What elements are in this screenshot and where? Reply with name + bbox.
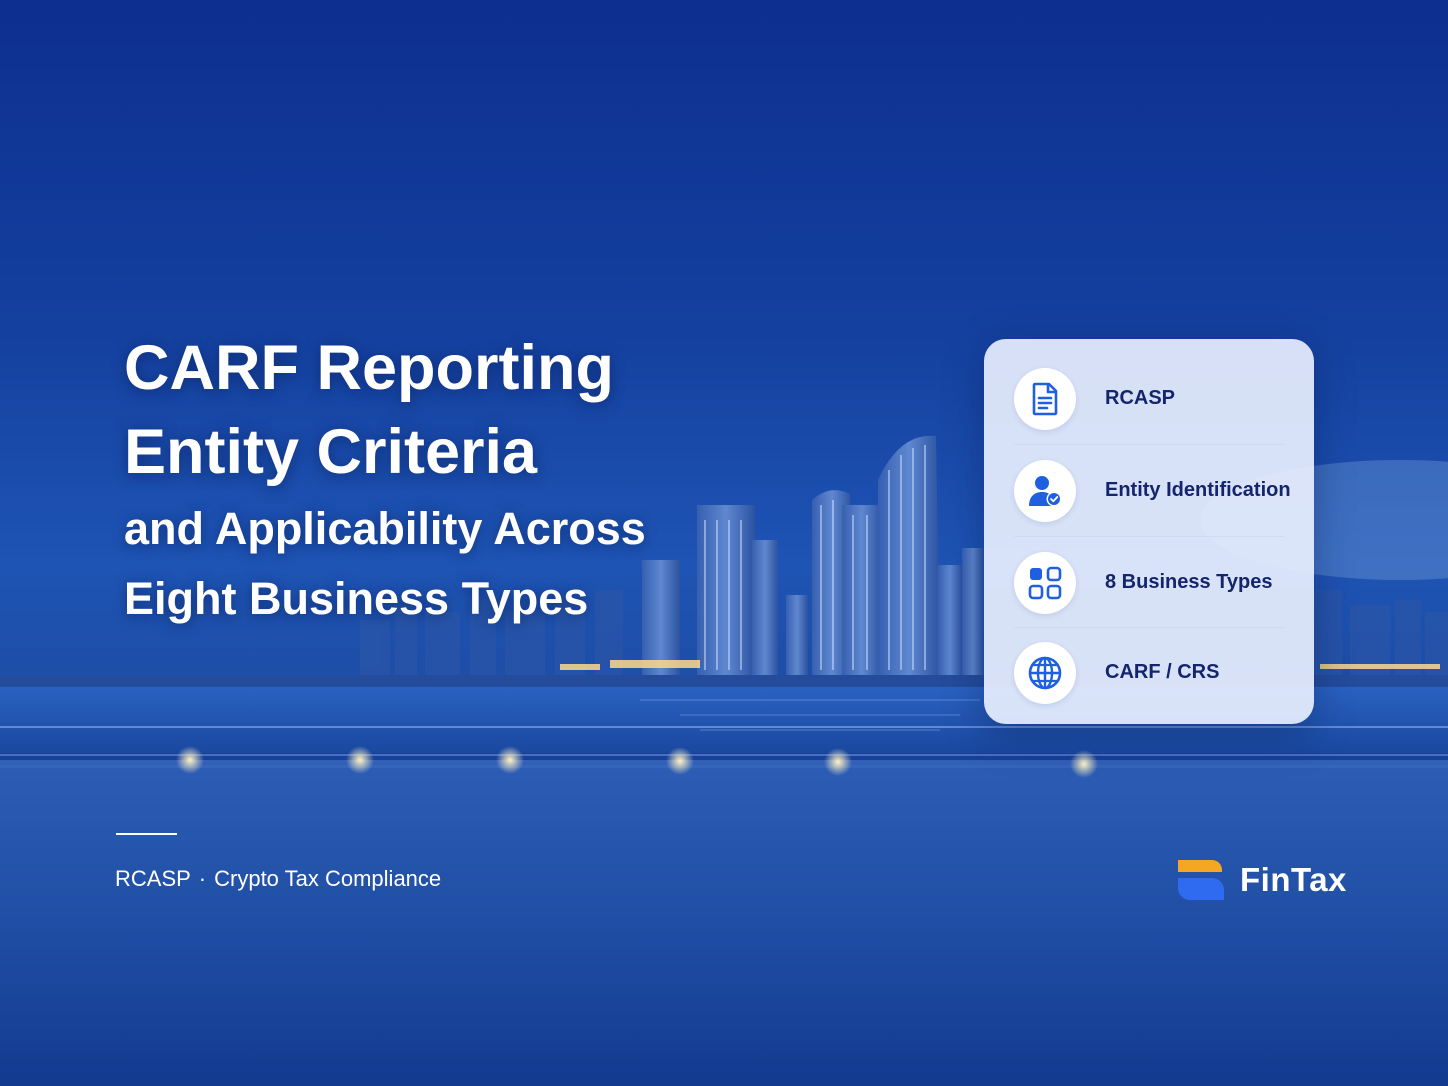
card-item-label: 8 Business Types bbox=[1105, 571, 1273, 593]
card-item-entity-identification: Entity Identification bbox=[1014, 445, 1291, 536]
feature-card: RCASP Entity Identification 8 Business T… bbox=[984, 339, 1314, 724]
card-item-label: RCASP bbox=[1105, 387, 1176, 409]
banner: CARF Reporting Entity Criteria and Appli… bbox=[0, 0, 1448, 1086]
card-item-label: Entity Identification bbox=[1105, 479, 1291, 501]
headline-line-3: and Applicability Across bbox=[124, 503, 646, 554]
headline-line-4: Eight Business Types bbox=[124, 573, 589, 624]
tagline-right: Crypto Tax Compliance bbox=[214, 866, 442, 891]
user-check-icon bbox=[1014, 459, 1076, 522]
document-icon bbox=[1014, 367, 1076, 430]
headline-line-2: Entity Criteria bbox=[124, 417, 538, 487]
card-item-business-types: 8 Business Types bbox=[1014, 537, 1284, 628]
card-item-carf-crs: CARF / CRS bbox=[1014, 627, 1284, 718]
headline-line-1: CARF Reporting bbox=[124, 333, 614, 403]
globe-icon bbox=[1014, 641, 1076, 704]
brand-name: FinTax bbox=[1240, 861, 1347, 898]
card-item-label: CARF / CRS bbox=[1105, 661, 1220, 683]
headline: CARF Reporting Entity Criteria and Appli… bbox=[124, 326, 724, 634]
accent-rule bbox=[116, 833, 177, 835]
tagline-separator: · bbox=[198, 866, 207, 891]
brand-logo: FinTax bbox=[1178, 858, 1347, 902]
tagline-left: RCASP bbox=[115, 866, 191, 891]
tagline: RCASP · Crypto Tax Compliance bbox=[115, 866, 441, 892]
fintax-logo-icon bbox=[1178, 860, 1224, 900]
card-item-rcasp: RCASP bbox=[1014, 353, 1284, 444]
grid-icon bbox=[1014, 551, 1076, 614]
